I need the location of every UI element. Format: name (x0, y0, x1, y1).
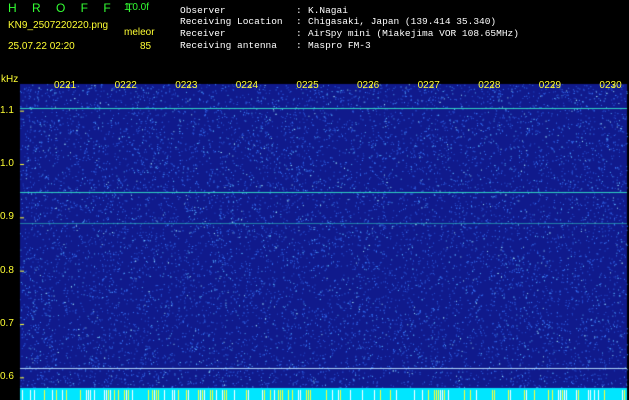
x-tick-label: 0222 (114, 80, 137, 91)
x-tick-label: 0224 (235, 80, 259, 91)
app-brand: H R O F F T (8, 1, 140, 15)
info-label-antenna: Receiving antenna (180, 40, 277, 51)
info-label-observer: Observer (180, 5, 226, 16)
x-tick-label: 0226 (357, 80, 380, 91)
info-value-observer: K.Nagai (308, 5, 348, 16)
info-separator: : (296, 28, 302, 39)
x-tick-label: 0230 (599, 80, 622, 91)
station-name: meleor (124, 27, 155, 38)
x-tick-label: 0228 (478, 80, 501, 91)
x-tick-label: 0223 (175, 80, 198, 91)
info-value-antenna: Maspro FM-3 (308, 40, 371, 51)
y-axis-unit: kHz (1, 74, 19, 85)
version-label: 1.0.0f (124, 2, 150, 13)
meteor-count: 85 (140, 41, 152, 52)
info-separator: : (296, 16, 302, 27)
info-separator: : (296, 5, 302, 16)
x-tick-label: 0221 (54, 80, 77, 91)
y-tick-label: 0.7 (0, 318, 14, 329)
info-value-receiver: AirSpy mini (Miakejima VOR 108.65MHz) (308, 28, 519, 39)
info-separator: : (296, 40, 302, 51)
x-tick-label: 0227 (417, 80, 440, 91)
y-tick-label: 1.1 (0, 104, 14, 116)
info-value-location: Chigasaki, Japan (139.414 35.340) (308, 16, 497, 27)
y-tick-label: 0.6 (0, 371, 14, 383)
x-tick-label: 0229 (538, 80, 562, 91)
spectrogram-canvas (0, 74, 629, 400)
x-tick-label: 0225 (296, 80, 319, 91)
hrofft-window: H R O F F T 1.0.0f KN9_2507220220.png me… (0, 0, 629, 400)
info-label-receiver: Receiver (180, 28, 226, 39)
capture-datetime: 25.07.22 02:20 (8, 41, 75, 52)
info-label-location: Receiving Location (180, 16, 283, 27)
file-name: KN9_2507220220.png (8, 20, 109, 31)
y-tick-label: 1.0 (0, 158, 14, 169)
y-tick-label: 0.8 (0, 264, 14, 276)
y-tick-label: 0.9 (0, 211, 14, 223)
